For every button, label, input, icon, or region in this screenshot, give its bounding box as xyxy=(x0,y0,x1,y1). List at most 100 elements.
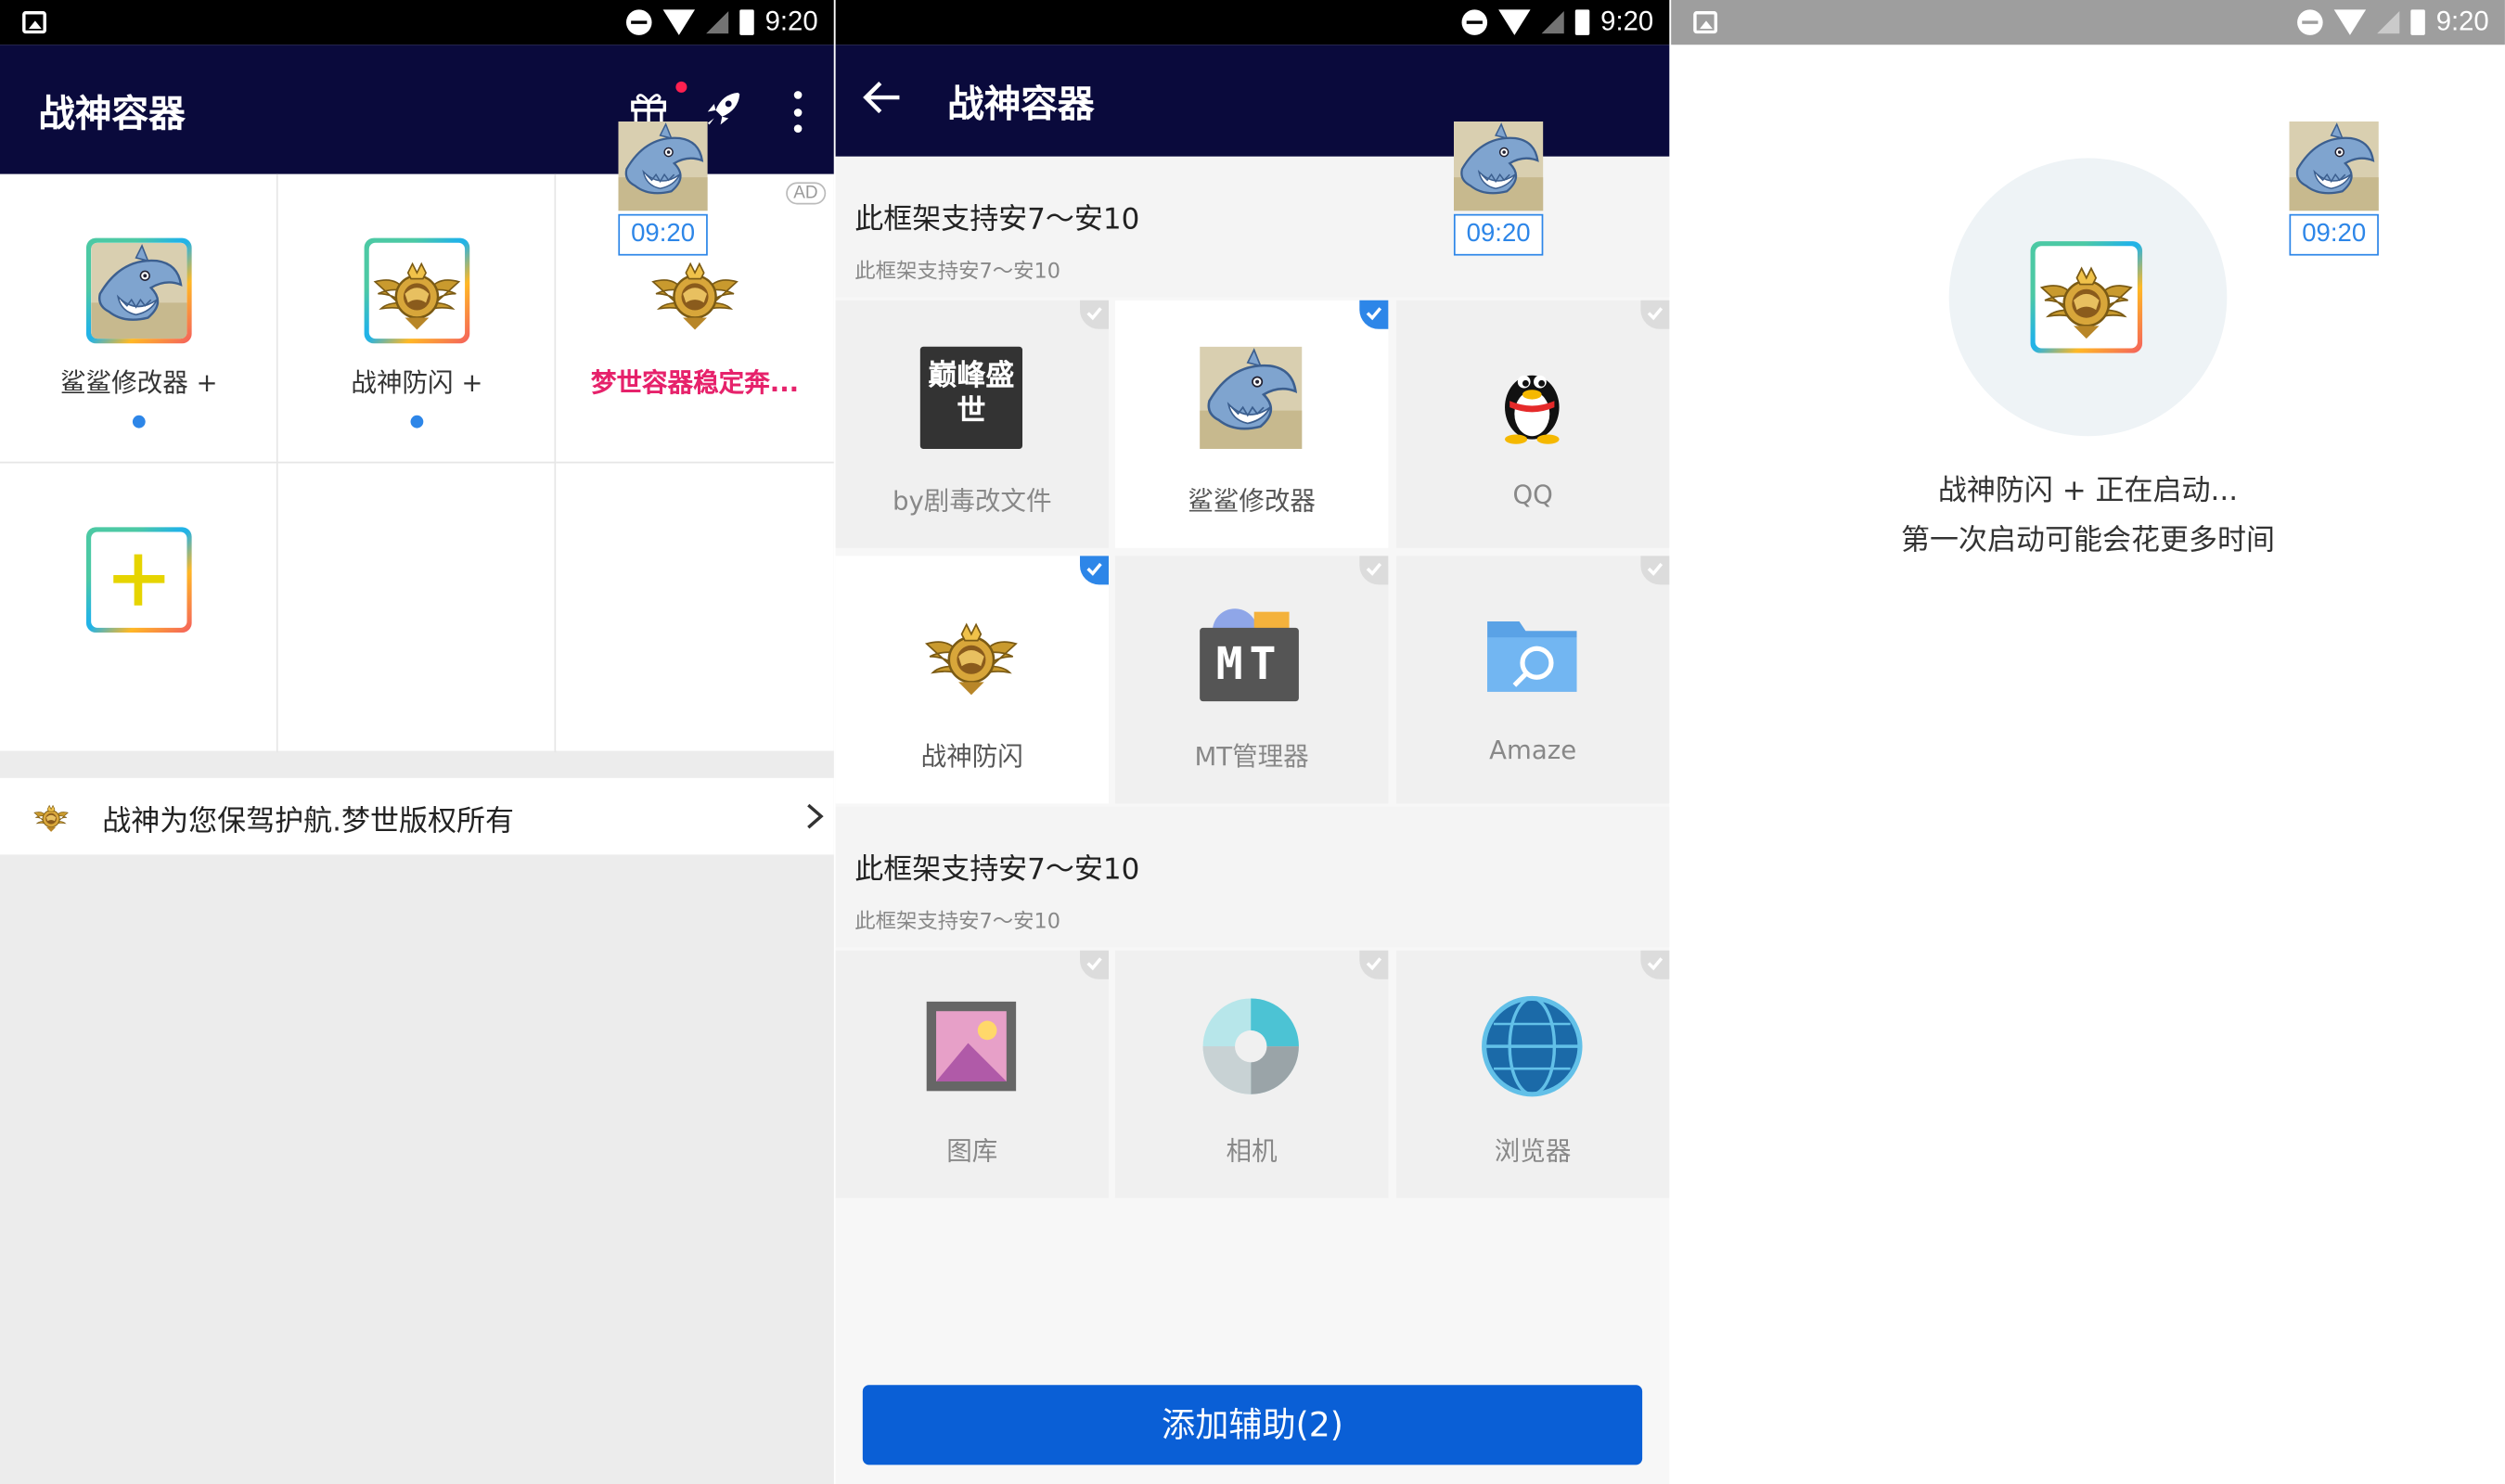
emblem-icon xyxy=(647,243,742,339)
launching-text: 战神防闪 + 正在启动... xyxy=(1937,474,2239,508)
assist-tile-qq[interactable]: QQ xyxy=(1395,300,1670,548)
globe-icon xyxy=(1482,995,1583,1097)
checkbox-icon[interactable] xyxy=(1080,300,1109,329)
assist-tile-mt[interactable]: MT MT管理器 xyxy=(1114,556,1389,804)
screen-home: 9:20 战神容器 AD xyxy=(0,0,834,1484)
assist-tile-browser[interactable]: 浏览器 xyxy=(1395,950,1670,1198)
checkbox-icon[interactable] xyxy=(1359,556,1389,585)
app-label: 战神防闪 + xyxy=(351,367,483,398)
wifi-icon xyxy=(662,9,695,35)
assist-tile-camera[interactable]: 相机 xyxy=(1114,950,1389,1198)
status-bar: 9:20 xyxy=(835,0,1670,45)
assist-tile-gallery[interactable]: 图库 xyxy=(835,950,1109,1198)
folder-search-icon xyxy=(1487,620,1577,692)
notification-dot xyxy=(675,81,687,93)
app-bar: 战神容器 AD xyxy=(0,45,834,174)
battery-icon xyxy=(2410,9,2425,35)
emblem-icon xyxy=(29,797,73,835)
back-arrow-icon[interactable] xyxy=(861,77,903,119)
floating-shark-icon[interactable] xyxy=(2289,122,2378,211)
image-notification-icon xyxy=(22,11,46,34)
shark-icon xyxy=(85,237,192,344)
checkbox-checked-icon[interactable] xyxy=(1080,556,1109,585)
app-tile-shark[interactable]: 鲨鲨修改器 + xyxy=(0,173,278,464)
emblem-icon xyxy=(2030,241,2143,353)
emblem-icon xyxy=(364,237,470,344)
stage: 9:20 战神容器 AD xyxy=(0,0,2505,1484)
status-time: 9:20 xyxy=(764,6,818,37)
do-not-disturb-icon xyxy=(1461,9,1487,35)
floating-shark-icon[interactable] xyxy=(618,122,707,211)
status-time: 9:20 xyxy=(2435,6,2489,37)
banner-text: 战神为您保驾护航.梦世版权所有 xyxy=(102,805,514,839)
status-bar: 9:20 xyxy=(0,0,834,45)
checkbox-icon[interactable] xyxy=(1640,950,1670,979)
status-bar: 9:20 xyxy=(1671,0,2505,45)
tile-label: 鲨鲨修改器 xyxy=(1188,485,1316,517)
app-label: 鲨鲨修改器 + xyxy=(60,367,218,398)
camera-aperture-icon xyxy=(1202,998,1299,1094)
do-not-disturb-icon xyxy=(2296,9,2323,35)
no-signal-icon xyxy=(2377,11,2400,34)
app-grid: 鲨鲨修改器 + 战神防闪 + AD 梦世容器稳定奔... xyxy=(0,173,834,753)
gallery-icon xyxy=(926,1001,1017,1092)
peak-text-icon: 巅峰盛世 xyxy=(919,346,1023,449)
status-time: 9:20 xyxy=(1600,6,1654,37)
add-assist-button[interactable]: 添加辅助(2) xyxy=(862,1385,1643,1465)
wifi-icon xyxy=(2333,9,2366,35)
tile-label: QQ xyxy=(1512,479,1553,510)
chevron-right-icon xyxy=(807,803,824,829)
section-header: 此框架支持安7～安10 此框架支持安7～安10 xyxy=(835,806,1670,948)
footer-banner[interactable]: 战神为您保驾护航.梦世版权所有 xyxy=(0,777,834,855)
screen-add-assist: 9:20 战神容器 此框架支持安7～安10 此框架支持安7～安10 巅峰盛世 b… xyxy=(835,0,1670,1484)
checkbox-checked-icon[interactable] xyxy=(1359,300,1389,329)
floating-clock[interactable]: 09:20 xyxy=(1453,213,1544,256)
no-signal-icon xyxy=(1541,11,1564,34)
ad-app-label: 梦世容器稳定奔... xyxy=(590,367,800,398)
tile-label: 图库 xyxy=(946,1135,998,1167)
empty-tile xyxy=(278,463,557,753)
app-title: 战神容器 xyxy=(38,94,186,136)
ad-badge: AD xyxy=(785,182,827,205)
launching-hint: 第一次启动可能会花更多时间 xyxy=(1901,523,2275,558)
app-title: 战神容器 xyxy=(947,84,1095,127)
section-title: 此框架支持安7～安10 xyxy=(854,202,1140,237)
battery-icon xyxy=(739,9,754,35)
add-icon xyxy=(85,527,192,633)
tile-label: 相机 xyxy=(1226,1135,1278,1167)
more-options-icon[interactable] xyxy=(786,88,808,136)
checkbox-icon[interactable] xyxy=(1640,300,1670,329)
add-app-tile[interactable] xyxy=(0,463,278,753)
empty-tile xyxy=(556,463,834,752)
floating-shark-icon[interactable] xyxy=(1454,122,1543,211)
rocket-icon[interactable] xyxy=(703,88,745,130)
assist-tile-peak[interactable]: 巅峰盛世 by剧毒改文件 xyxy=(835,300,1109,548)
new-indicator-dot xyxy=(410,415,424,429)
app-tile-zhanshen[interactable]: 战神防闪 + xyxy=(277,173,557,464)
assist-tile-shark[interactable]: 鲨鲨修改器 xyxy=(1114,300,1389,548)
qq-penguin-icon xyxy=(1505,375,1560,444)
new-indicator-dot xyxy=(132,415,146,429)
checkbox-icon[interactable] xyxy=(1640,556,1670,585)
image-notification-icon xyxy=(1693,11,1718,34)
assist-tile-amaze[interactable]: Amaze xyxy=(1395,556,1670,804)
floating-clock[interactable]: 09:20 xyxy=(618,213,708,256)
assist-tile-zhanshen[interactable]: 战神防闪 xyxy=(835,556,1109,804)
tile-label: 战神防闪 xyxy=(920,741,1023,772)
no-signal-icon xyxy=(705,11,729,34)
section-subtitle: 此框架支持安7～安10 xyxy=(854,910,1061,935)
tile-label: Amaze xyxy=(1489,735,1577,765)
screen-launching: 9:20 战神防闪 + 正在启动... 第一次启动可能会花更多时间 09:20 xyxy=(1671,0,2505,1484)
shark-icon xyxy=(1200,347,1302,449)
checkbox-icon[interactable] xyxy=(1080,950,1109,979)
section-header: 此框架支持安7～安10 此框架支持安7～安10 xyxy=(835,156,1670,298)
mt-manager-icon: MT xyxy=(1200,602,1302,704)
tile-label: MT管理器 xyxy=(1194,741,1309,772)
battery-icon xyxy=(1574,9,1590,35)
app-bar: 战神容器 xyxy=(835,45,1670,157)
floating-clock[interactable]: 09:20 xyxy=(2289,213,2379,256)
section-subtitle: 此框架支持安7～安10 xyxy=(854,260,1061,285)
do-not-disturb-icon xyxy=(625,9,652,35)
checkbox-icon[interactable] xyxy=(1359,950,1389,979)
section-title: 此框架支持安7～安10 xyxy=(854,852,1140,887)
